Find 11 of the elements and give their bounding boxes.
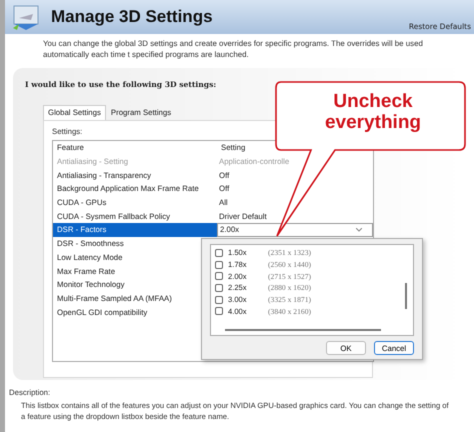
checkbox[interactable]: [215, 260, 223, 269]
checkbox[interactable]: [215, 248, 223, 257]
callout-text: Uncheck everything: [324, 91, 422, 133]
chevron-down-icon: [356, 228, 362, 232]
checkbox[interactable]: [215, 307, 223, 316]
checkbox[interactable]: [215, 272, 223, 280]
horizontal-scrollbar[interactable]: [225, 329, 381, 331]
checkbox[interactable]: [215, 296, 223, 304]
vertical-scrollbar[interactable]: [405, 283, 407, 309]
checkbox[interactable]: [215, 284, 223, 292]
page-title: Manage 3D Settings: [51, 7, 213, 27]
